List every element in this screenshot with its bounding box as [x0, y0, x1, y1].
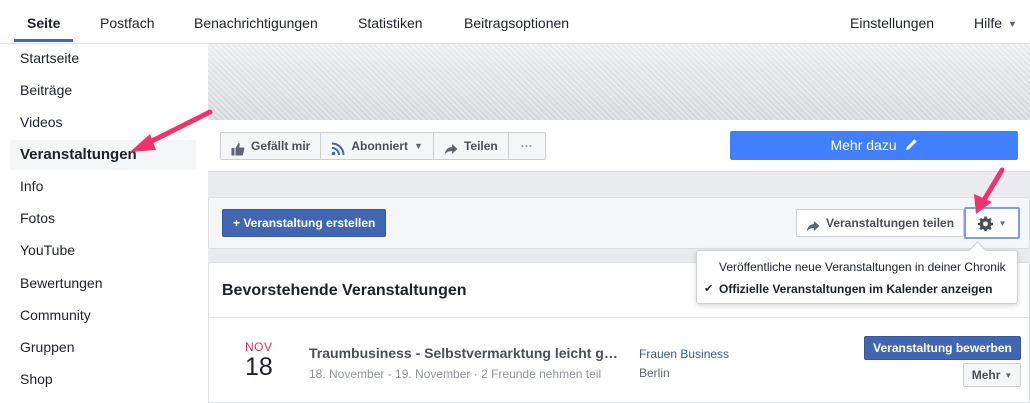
upcoming-events-title: Bevorstehende Veranstaltungen	[222, 282, 467, 299]
sidebar-item-shop[interactable]: Shop	[20, 371, 53, 387]
sidebar-item-gruppen[interactable]: Gruppen	[20, 339, 74, 355]
ellipsis-icon: ···	[520, 139, 533, 153]
rss-icon	[331, 139, 345, 156]
pencil-icon	[905, 132, 918, 161]
caret-down-icon: ▼	[998, 218, 1007, 228]
event-more-label: Mehr	[971, 368, 1001, 382]
event-title-link[interactable]: Traumbusiness - Selbstvermarktung leicht…	[309, 345, 625, 361]
sidebar-item-info[interactable]: Info	[20, 178, 43, 194]
event-date-day: 18	[245, 353, 273, 381]
more-options-button[interactable]: ···	[509, 133, 545, 159]
page-sidebar: Startseite Beiträge Videos Veranstaltung…	[0, 44, 208, 403]
page-top-nav: Seite Postfach Benachrichtigungen Statis…	[0, 0, 1030, 44]
cover-photo	[208, 44, 1030, 120]
caret-down-icon: ▼	[414, 141, 423, 151]
events-toolbar: + Veranstaltung erstellen Veranstaltunge…	[208, 197, 1030, 249]
event-settings-menu: Veröffentliche neue Veranstaltungen in d…	[696, 250, 1018, 304]
event-organizer-link[interactable]: Frauen Business	[639, 347, 729, 361]
sidebar-item-startseite[interactable]: Startseite	[20, 50, 79, 66]
share-arrow-icon	[806, 216, 820, 232]
tab-statistiken[interactable]: Statistiken	[358, 0, 423, 44]
menu-item-show-in-calendar[interactable]: Offizielle Veranstaltungen im Kalender a…	[719, 282, 992, 296]
event-subtitle: 18. November - 19. November · 2 Freunde …	[309, 367, 602, 381]
page-action-bar: Gefällt mir Abonniert ▼ Teilen ··· Mehr …	[208, 120, 1030, 172]
sidebar-item-bewertungen[interactable]: Bewertungen	[20, 275, 103, 291]
tab-einstellungen[interactable]: Einstellungen	[850, 0, 934, 44]
share-button[interactable]: Teilen	[434, 133, 509, 159]
like-button[interactable]: Gefällt mir	[221, 133, 322, 159]
gear-icon	[977, 215, 993, 231]
sidebar-item-fotos[interactable]: Fotos	[20, 210, 55, 226]
sidebar-item-veranstaltungen[interactable]: Veranstaltungen	[10, 140, 196, 170]
page-actions-group: Gefällt mir Abonniert ▼ Teilen ···	[220, 132, 546, 160]
follow-label: Abonniert	[351, 139, 409, 153]
event-location: Berlin	[639, 366, 670, 380]
like-label: Gefällt mir	[251, 139, 311, 153]
divider	[209, 317, 1029, 318]
promote-event-button[interactable]: Veranstaltung bewerben	[864, 336, 1021, 360]
tab-beitragsoptionen[interactable]: Beitragsoptionen	[464, 0, 569, 44]
share-label: Teilen	[463, 139, 498, 153]
tab-seite[interactable]: Seite	[13, 0, 75, 44]
checkmark-icon: ✔	[704, 283, 714, 295]
tab-benachrichtigungen[interactable]: Benachrichtigungen	[194, 0, 318, 44]
share-arrow-icon	[444, 139, 458, 155]
help-label: Hilfe	[974, 15, 1003, 31]
menu-item-publish-to-timeline[interactable]: Veröffentliche neue Veranstaltungen in d…	[719, 260, 1006, 274]
thumbs-up-icon	[231, 139, 245, 156]
learn-more-button[interactable]: Mehr dazu	[730, 131, 1018, 160]
event-more-button[interactable]: Mehr ▼	[963, 363, 1021, 387]
create-event-button[interactable]: + Veranstaltung erstellen	[222, 209, 387, 237]
tab-postfach[interactable]: Postfach	[100, 0, 154, 44]
event-date-month: NOV	[245, 340, 273, 354]
share-events-button[interactable]: Veranstaltungen teilen	[796, 209, 965, 237]
sidebar-item-videos[interactable]: Videos	[20, 114, 63, 130]
sidebar-item-community[interactable]: Community	[20, 307, 91, 323]
caret-down-icon: ▼	[1008, 19, 1017, 29]
event-settings-button[interactable]: ▼	[964, 207, 1020, 239]
learn-more-label: Mehr dazu	[830, 137, 897, 153]
sidebar-item-youtube[interactable]: YouTube	[20, 242, 75, 258]
sidebar-item-beitraege[interactable]: Beiträge	[20, 82, 72, 98]
follow-button[interactable]: Abonniert ▼	[321, 133, 434, 159]
share-events-label: Veranstaltungen teilen	[826, 216, 955, 230]
caret-down-icon: ▼	[1004, 371, 1013, 380]
help-menu[interactable]: Hilfe ▼	[974, 0, 1017, 44]
